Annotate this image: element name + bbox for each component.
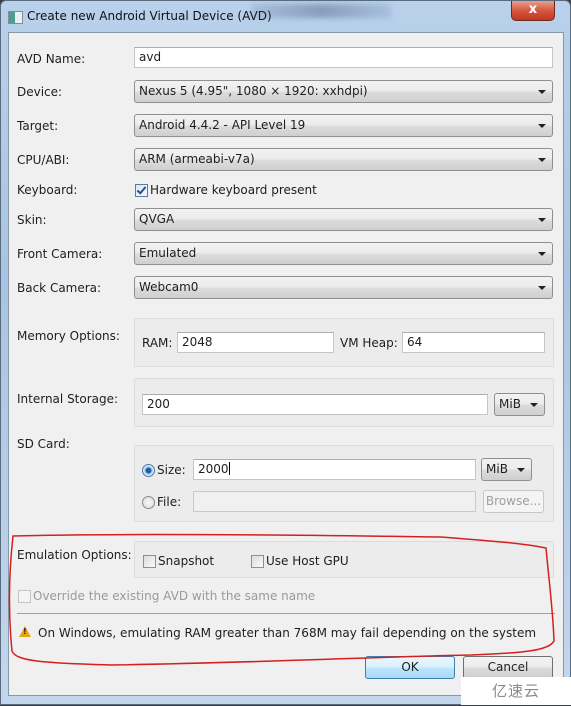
back-camera-value: Webcam0 [139, 280, 199, 294]
chevron-down-icon [517, 468, 525, 472]
cpu-abi-value: ARM (armeabi-v7a) [139, 152, 255, 166]
internal-storage-label: Internal Storage: [17, 392, 119, 406]
close-icon: x [528, 2, 538, 17]
front-camera-select[interactable]: Emulated [134, 242, 553, 265]
sd-size-label[interactable]: Size: [157, 463, 186, 477]
title-bar[interactable]: Create new Android Virtual Device (AVD) … [1, 1, 570, 31]
target-value: Android 4.4.2 - API Level 19 [139, 118, 306, 132]
sd-size-value: 2000 [198, 462, 229, 476]
separator [17, 613, 555, 614]
skin-select[interactable]: QVGA [134, 208, 553, 231]
use-host-gpu-label[interactable]: Use Host GPU [266, 554, 349, 568]
warning-message: On Windows, emulating RAM greater than 7… [38, 626, 537, 640]
snapshot-label[interactable]: Snapshot [158, 554, 214, 568]
sd-size-input[interactable]: 2000 [193, 459, 476, 480]
use-host-gpu-checkbox[interactable] [251, 555, 264, 568]
ok-button[interactable]: OK [365, 656, 455, 679]
front-camera-label: Front Camera: [17, 247, 103, 261]
dialog-content: AVD Name: avd Device: Nexus 5 (4.95", 10… [8, 32, 564, 696]
browse-button[interactable]: Browse... [483, 490, 544, 513]
hardware-keyboard-checkbox[interactable] [135, 184, 148, 197]
hardware-keyboard-label[interactable]: Hardware keyboard present [150, 183, 317, 197]
target-select[interactable]: Android 4.4.2 - API Level 19 [134, 114, 553, 137]
avd-name-label: AVD Name: [17, 52, 86, 66]
device-select[interactable]: Nexus 5 (4.95", 1080 × 1920: xxhdpi) [134, 80, 553, 103]
back-camera-select[interactable]: Webcam0 [134, 276, 553, 299]
internal-storage-unit-value: MiB [499, 397, 521, 411]
override-avd-label: Override the existing AVD with the same … [33, 589, 316, 603]
avd-dialog-window: Create new Android Virtual Device (AVD) … [0, 0, 571, 705]
skin-value: QVGA [139, 212, 175, 226]
skin-label: Skin: [17, 213, 47, 227]
sd-card-group: Size: 2000 MiB File: Browse... [134, 445, 554, 522]
sd-size-unit-value: MiB [486, 462, 508, 476]
device-label: Device: [17, 85, 63, 99]
avd-name-input[interactable]: avd [134, 47, 553, 68]
warning-icon [19, 626, 31, 637]
window-app-icon [8, 11, 23, 24]
chevron-down-icon [530, 403, 538, 407]
internal-storage-group: 200 MiB [134, 378, 554, 427]
memory-options-label: Memory Options: [17, 329, 120, 343]
vm-heap-label: VM Heap: [340, 336, 398, 350]
ram-input[interactable]: 2048 [177, 332, 334, 353]
text-caret [228, 462, 230, 475]
device-value: Nexus 5 (4.95", 1080 × 1920: xxhdpi) [139, 84, 368, 98]
chevron-down-icon [538, 124, 546, 128]
vm-heap-input[interactable]: 64 [402, 332, 545, 353]
cpu-abi-label: CPU/ABI: [17, 153, 70, 167]
chevron-down-icon [538, 158, 546, 162]
sd-file-input[interactable] [193, 491, 476, 512]
sd-size-unit-select[interactable]: MiB [481, 458, 532, 481]
sd-file-radio[interactable] [142, 496, 155, 509]
emulation-options-label: Emulation Options: [17, 548, 132, 562]
back-camera-label: Back Camera: [17, 281, 102, 295]
snapshot-checkbox[interactable] [143, 555, 156, 568]
blurred-background-text [251, 4, 391, 18]
override-avd-checkbox[interactable] [18, 590, 31, 603]
sd-file-label[interactable]: File: [157, 495, 181, 509]
chevron-down-icon [538, 90, 546, 94]
watermark-text: 亿速云 [491, 682, 540, 700]
ram-label: RAM: [142, 336, 173, 350]
target-label: Target: [17, 119, 59, 133]
window-title: Create new Android Virtual Device (AVD) [27, 9, 272, 23]
cancel-button[interactable]: Cancel [463, 656, 553, 679]
close-button[interactable]: x [511, 1, 555, 21]
internal-storage-input[interactable]: 200 [142, 394, 488, 415]
sd-card-label: SD Card: [17, 437, 70, 451]
chevron-down-icon [538, 218, 546, 222]
emulation-options-group: Snapshot Use Host GPU [134, 541, 554, 578]
sd-size-radio[interactable] [142, 464, 155, 477]
keyboard-label: Keyboard: [17, 183, 78, 197]
front-camera-value: Emulated [139, 246, 197, 260]
watermark: 亿速云 [461, 677, 571, 705]
internal-storage-unit-select[interactable]: MiB [494, 393, 545, 416]
chevron-down-icon [538, 252, 546, 256]
memory-options-group: RAM: 2048 VM Heap: 64 [134, 318, 554, 367]
chevron-down-icon [538, 286, 546, 290]
cpu-abi-select[interactable]: ARM (armeabi-v7a) [134, 148, 553, 171]
